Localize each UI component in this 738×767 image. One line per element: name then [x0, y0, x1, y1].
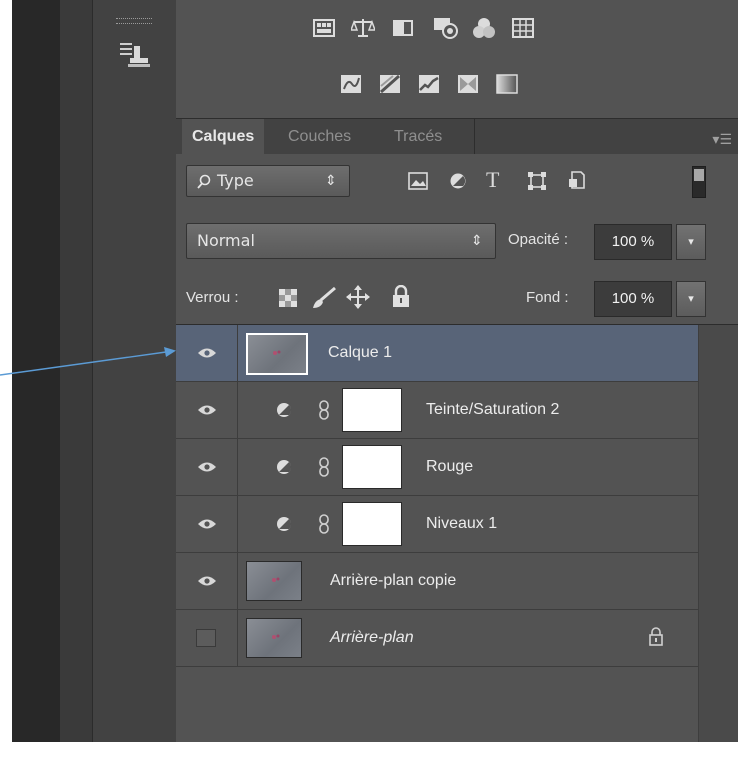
filter-type-layer-icon[interactable]: T [486, 166, 499, 194]
visibility-toggle[interactable] [176, 439, 238, 495]
selective-color-icon[interactable] [457, 74, 479, 94]
adjustments-panel [176, 0, 738, 118]
blend-mode-value: Normal [197, 231, 255, 250]
levels-scale-icon[interactable] [351, 18, 375, 38]
filter-smart-object-icon[interactable] [568, 170, 586, 190]
invert-icon[interactable] [340, 74, 362, 94]
eye-icon [198, 576, 216, 586]
chain-link-icon[interactable] [318, 457, 330, 477]
opacity-label: Opacité : [508, 231, 569, 248]
tab-couches[interactable]: Couches [280, 119, 359, 155]
layer-mask-thumbnail[interactable] [342, 388, 402, 432]
eye-icon [198, 348, 216, 358]
chain-link-icon[interactable] [318, 400, 330, 420]
lock-transparent-pixels-icon[interactable] [278, 288, 298, 308]
left-dark-strip [12, 0, 60, 742]
blend-mode-select[interactable]: Normal ⇕ [186, 223, 496, 259]
layer-row[interactable]: Rouge [176, 439, 698, 496]
adjustment-layer-icon [277, 460, 292, 474]
gradient-map-icon[interactable] [496, 74, 518, 94]
chain-link-icon[interactable] [318, 514, 330, 534]
search-icon [197, 174, 211, 189]
visibility-toggle[interactable] [176, 325, 238, 381]
layer-name[interactable]: Arrière-plan [330, 610, 414, 666]
eye-icon [198, 519, 216, 529]
visibility-toggle[interactable] [176, 382, 238, 438]
layer-row[interactable]: Teinte/Saturation 2 [176, 382, 698, 439]
visibility-toggle[interactable] [176, 496, 238, 552]
layer-name[interactable]: Arrière-plan copie [330, 553, 456, 609]
layer-name[interactable]: Niveaux 1 [426, 496, 497, 552]
color-lookup-icon[interactable] [512, 18, 534, 38]
layer-mask-thumbnail[interactable] [342, 502, 402, 546]
left-gutter [60, 0, 92, 742]
panel-tab-bar: Calques Couches Tracés [176, 118, 738, 155]
layer-row[interactable]: Calque 1 [176, 325, 698, 382]
channel-mixer-icon[interactable] [472, 16, 496, 40]
layer-thumbnail[interactable] [246, 618, 302, 658]
lock-all-icon[interactable] [392, 285, 410, 309]
layer-name[interactable]: Rouge [426, 439, 473, 495]
updown-arrows-icon: ⇕ [325, 173, 337, 189]
visibility-checkbox [196, 629, 216, 647]
layer-row[interactable]: Arrière-plan copie [176, 553, 698, 610]
layer-name[interactable]: Teinte/Saturation 2 [426, 382, 559, 438]
lock-position-move-icon[interactable] [345, 284, 371, 310]
layer-mask-thumbnail[interactable] [342, 445, 402, 489]
adjustment-layer-icon [277, 403, 292, 417]
posterize-icon[interactable] [379, 74, 401, 94]
panel-menu-icon[interactable]: ▾☰ [712, 132, 732, 148]
lock-image-pixels-brush-icon[interactable] [311, 286, 337, 310]
layer-thumbnail[interactable] [246, 561, 302, 601]
opacity-dropdown-button[interactable]: ▾ [676, 224, 706, 260]
layer-row[interactable]: Niveaux 1 [176, 496, 698, 553]
visibility-toggle[interactable] [176, 553, 238, 609]
lock-icon [649, 627, 663, 646]
filter-type-select[interactable]: Type ⇕ [186, 165, 350, 197]
layers-list: Calque 1 Teinte/Saturation 2 Rouge Nivea… [176, 325, 698, 742]
collapsed-panel-dock [92, 0, 178, 742]
fill-input[interactable]: 100 % [594, 281, 672, 317]
filter-toggle-switch[interactable] [692, 166, 706, 198]
threshold-icon[interactable] [418, 74, 440, 94]
fill-label: Fond : [526, 289, 569, 306]
updown-arrows-icon: ⇕ [471, 233, 483, 249]
opacity-input[interactable]: 100 % [594, 224, 672, 260]
layer-thumbnail[interactable] [246, 333, 308, 375]
eye-icon [198, 405, 216, 415]
brightness-contrast-icon[interactable] [313, 18, 335, 38]
tab-divider [474, 119, 475, 155]
lock-label: Verrou : [186, 289, 239, 306]
tab-traces[interactable]: Tracés [386, 119, 450, 155]
filter-adjustment-layer-icon[interactable] [449, 172, 467, 190]
tab-calques[interactable]: Calques [182, 119, 265, 155]
layers-scrollbar[interactable] [698, 325, 738, 742]
adjustment-layer-icon [277, 517, 292, 531]
filter-type-label: Type [217, 171, 254, 190]
dock-grip-handle[interactable] [116, 18, 152, 24]
eye-icon [198, 462, 216, 472]
layer-row[interactable]: Arrière-plan [176, 610, 698, 667]
history-brush-icon[interactable] [116, 40, 150, 70]
layer-name[interactable]: Calque 1 [328, 325, 392, 381]
filter-pixel-layer-icon[interactable] [408, 172, 428, 190]
black-white-icon[interactable] [392, 18, 414, 38]
photo-filter-icon[interactable] [432, 14, 458, 40]
fill-dropdown-button[interactable]: ▾ [676, 281, 706, 317]
visibility-toggle[interactable] [176, 610, 238, 666]
filter-shape-layer-icon[interactable] [527, 172, 547, 190]
